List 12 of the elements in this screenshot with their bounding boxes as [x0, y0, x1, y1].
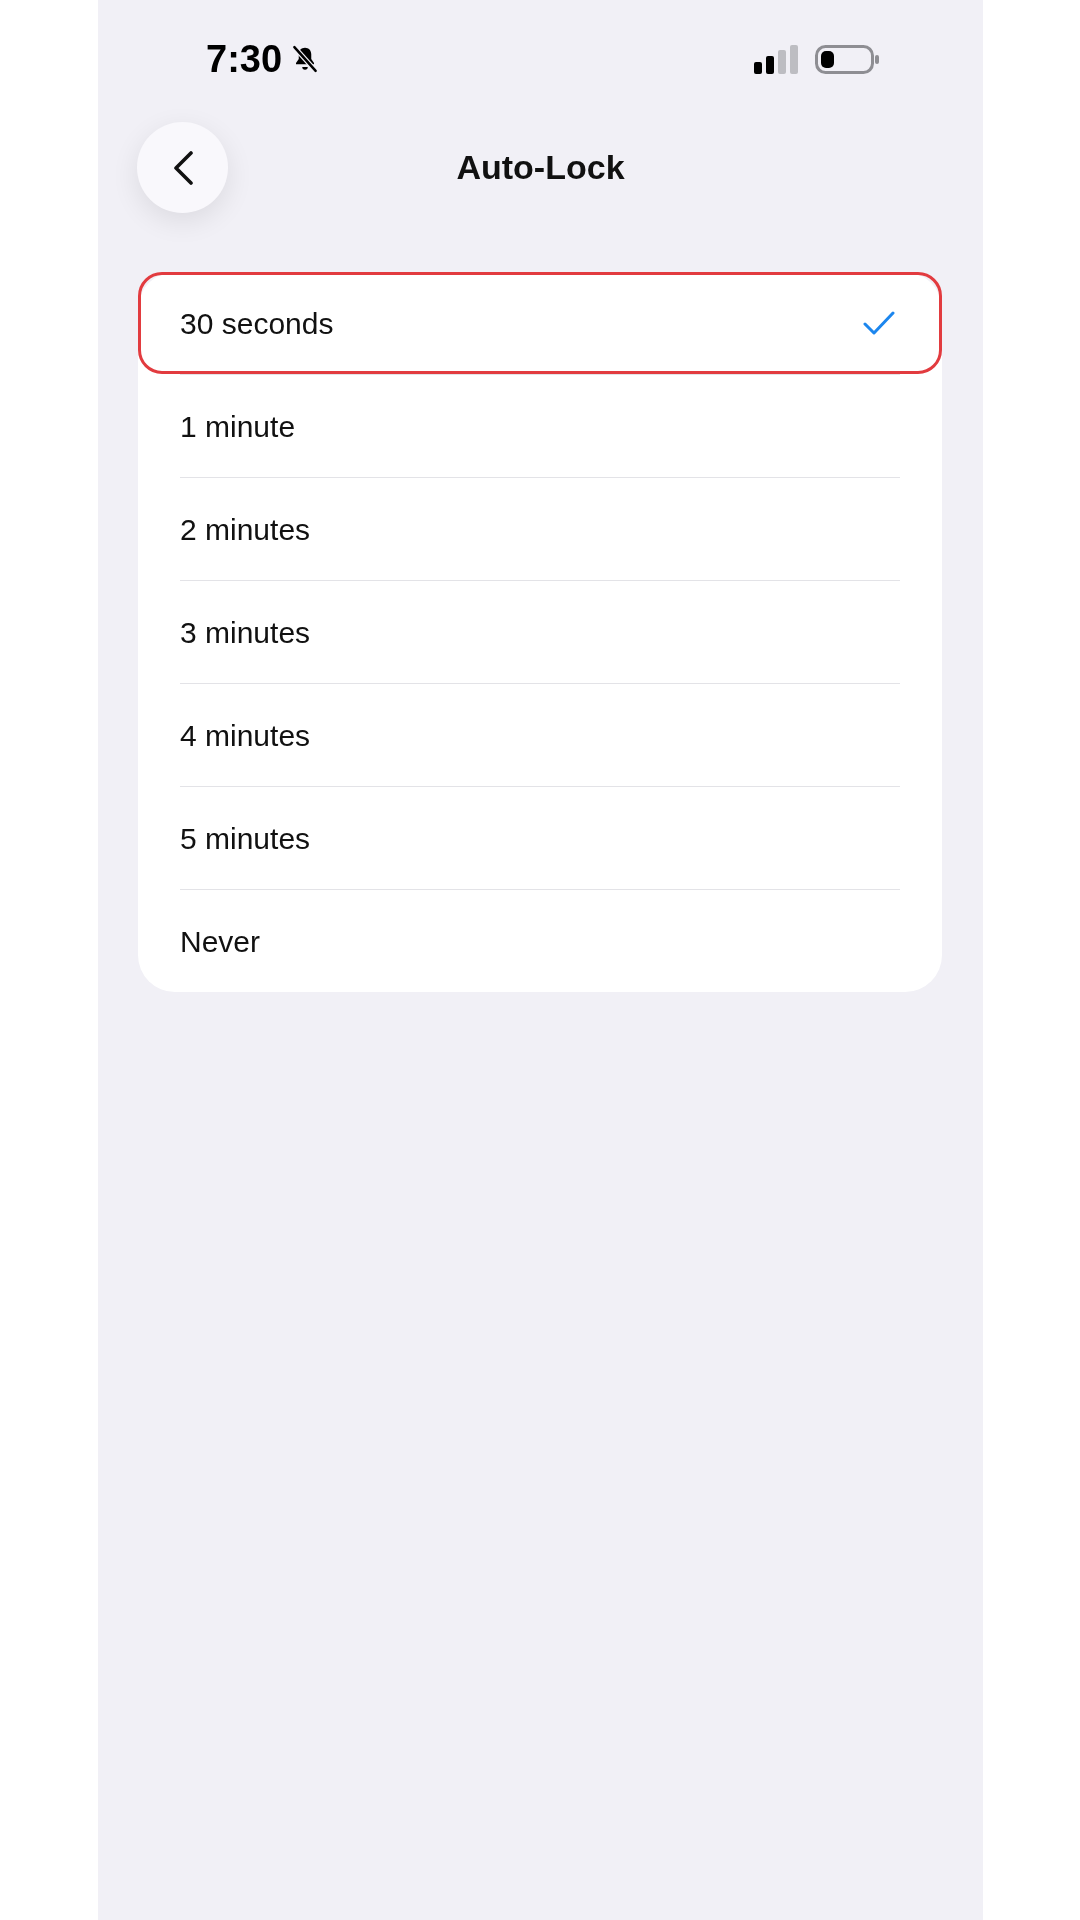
signal-icon — [754, 44, 799, 74]
option-row[interactable]: 30 seconds — [138, 272, 942, 374]
back-chevron-icon — [171, 150, 194, 185]
option-row[interactable]: 2 minutes — [138, 478, 942, 580]
option-row[interactable]: 3 minutes — [138, 581, 942, 683]
battery-icon — [815, 44, 879, 74]
page-title: Auto-Lock — [456, 147, 625, 188]
option-row[interactable]: 1 minute — [138, 375, 942, 477]
option-row[interactable]: Never — [138, 890, 942, 992]
status-time: 7:30 — [206, 40, 283, 78]
option-row[interactable]: 5 minutes — [138, 787, 942, 889]
option-row[interactable]: 4 minutes — [138, 684, 942, 786]
